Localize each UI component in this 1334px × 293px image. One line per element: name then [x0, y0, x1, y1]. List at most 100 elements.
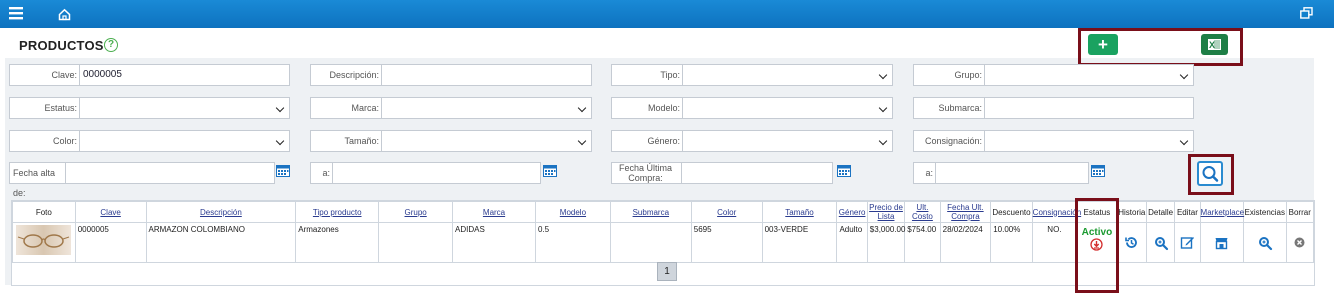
cell-editar [1174, 222, 1201, 263]
calendar-icon[interactable] [543, 164, 557, 177]
col-foto: Foto [12, 201, 76, 223]
products-table-panel: Foto Clave Descripción Tipo producto Gru… [11, 200, 1315, 286]
col-descuento: Descuento [990, 201, 1033, 223]
cell-foto [12, 222, 76, 263]
history-icon[interactable] [1124, 235, 1139, 250]
col-tipo-producto[interactable]: Tipo producto [295, 201, 380, 223]
detail-icon[interactable] [1153, 235, 1169, 251]
col-precio-lista[interactable]: Precio de Lista [866, 201, 906, 223]
descripcion-label: Descripción: [310, 64, 382, 86]
cell-ult-costo: $754.00 [904, 222, 941, 263]
col-grupo[interactable]: Grupo [378, 201, 454, 223]
add-product-button[interactable]: + [1088, 34, 1118, 55]
estatus-select[interactable] [79, 97, 290, 119]
highlight-estatus [1075, 198, 1119, 293]
add-icon: + [1098, 35, 1108, 54]
tamano-label: Tamaño: [310, 130, 382, 152]
page-title: PRODUCTOS [19, 38, 104, 53]
cell-color: 5695 [690, 222, 763, 263]
col-historia: Historia [1116, 201, 1147, 223]
cell-fecha-ult: 28/02/2024 [939, 222, 992, 263]
delete-icon[interactable] [1294, 237, 1305, 248]
col-genero[interactable]: Género [836, 201, 868, 223]
calendar-icon[interactable] [1091, 164, 1105, 177]
modelo-select[interactable] [682, 97, 893, 119]
cell-descripcion: ARMAZON COLOMBIANO [145, 222, 297, 263]
home-icon[interactable] [58, 8, 71, 21]
cell-historia [1116, 222, 1147, 263]
submarca-label: Submarca: [913, 97, 985, 119]
export-excel-button[interactable]: X [1201, 34, 1228, 55]
edit-icon[interactable] [1180, 235, 1195, 250]
consignacion-label: Consignación: [913, 130, 985, 152]
marketplace-icon[interactable] [1214, 236, 1229, 250]
col-consignacion[interactable]: Consignación [1031, 201, 1081, 223]
page-1-button[interactable]: 1 [657, 262, 677, 281]
clave-label: Clave: [9, 64, 80, 86]
col-marketplace[interactable]: Marketplace [1199, 201, 1244, 223]
col-fecha-ult-compra[interactable]: Fecha Ult. Compra [939, 201, 992, 223]
fecha-alta-label: Fecha alta de: [9, 162, 66, 198]
help-icon[interactable]: ? [104, 38, 118, 52]
marca-label: Marca: [310, 97, 382, 119]
col-color[interactable]: Color [690, 201, 763, 223]
submarca-input[interactable] [984, 97, 1194, 119]
color-label: Color: [9, 130, 80, 152]
genero-label: Género: [611, 130, 683, 152]
col-tamano[interactable]: Tamaño [761, 201, 838, 223]
top-bar [0, 0, 1334, 28]
search-icon [1202, 166, 1219, 182]
calendar-icon[interactable] [837, 164, 851, 177]
calendar-icon[interactable] [276, 164, 290, 177]
estatus-label: Estatus: [9, 97, 80, 119]
fecha-ultima-compra-label: Fecha Última Compra: [611, 162, 682, 184]
col-clave[interactable]: Clave [74, 201, 147, 223]
products-page: PRODUCTOS ? + X Clave: 0000005 Descripci… [5, 28, 1315, 293]
restore-window-icon[interactable] [1300, 7, 1313, 19]
tamano-select[interactable] [381, 130, 592, 152]
cell-marca: ADIDAS [452, 222, 536, 263]
existencias-icon[interactable] [1257, 235, 1273, 251]
fecha-ultima-compra-input[interactable] [681, 162, 833, 184]
cell-borrar [1285, 222, 1315, 263]
cell-consignacion: NO. [1031, 222, 1078, 263]
col-editar: Editar [1174, 201, 1201, 223]
tipo-select[interactable] [682, 64, 893, 86]
col-ult-costo[interactable]: Ult. Costo [904, 201, 941, 223]
descripcion-input[interactable] [381, 64, 592, 86]
cell-tamano: 003-VERDE [761, 222, 838, 263]
col-descripcion[interactable]: Descripción [145, 201, 297, 223]
cell-modelo: 0.5 [535, 222, 611, 263]
svg-text:X: X [1209, 40, 1215, 50]
genero-select[interactable] [682, 130, 893, 152]
clave-input[interactable]: 0000005 [79, 64, 290, 86]
cell-existencias [1243, 222, 1287, 263]
consignacion-select[interactable] [984, 130, 1194, 152]
cell-detalle [1145, 222, 1176, 263]
product-photo[interactable] [16, 225, 71, 255]
marca-select[interactable] [381, 97, 592, 119]
col-modelo[interactable]: Modelo [535, 201, 611, 223]
cell-descuento: 10.00% [990, 222, 1033, 263]
col-marca[interactable]: Marca [452, 201, 536, 223]
col-submarca[interactable]: Submarca [609, 201, 692, 223]
cell-genero: Adulto [836, 222, 868, 263]
fecha-alta-a-input[interactable] [332, 162, 541, 184]
excel-icon: X [1208, 39, 1221, 50]
cell-marketplace [1199, 222, 1245, 263]
col-borrar: Borrar [1285, 201, 1315, 223]
fecha-ultima-compra-a-label: a: [913, 162, 936, 184]
tipo-label: Tipo: [611, 64, 683, 86]
fecha-ultima-compra-a-input[interactable] [935, 162, 1089, 184]
cell-grupo [378, 222, 454, 263]
fecha-alta-input[interactable] [65, 162, 275, 184]
cell-precio: $3,000.00 [866, 222, 905, 263]
cell-tipo: Armazones [295, 222, 380, 263]
grupo-label: Grupo: [913, 64, 985, 86]
menu-icon[interactable] [9, 6, 23, 20]
color-select[interactable] [79, 130, 290, 152]
grupo-select[interactable] [984, 64, 1194, 86]
cell-clave: 0000005 [74, 222, 147, 263]
fecha-alta-a-label: a: [310, 162, 333, 184]
search-button[interactable] [1197, 161, 1223, 186]
